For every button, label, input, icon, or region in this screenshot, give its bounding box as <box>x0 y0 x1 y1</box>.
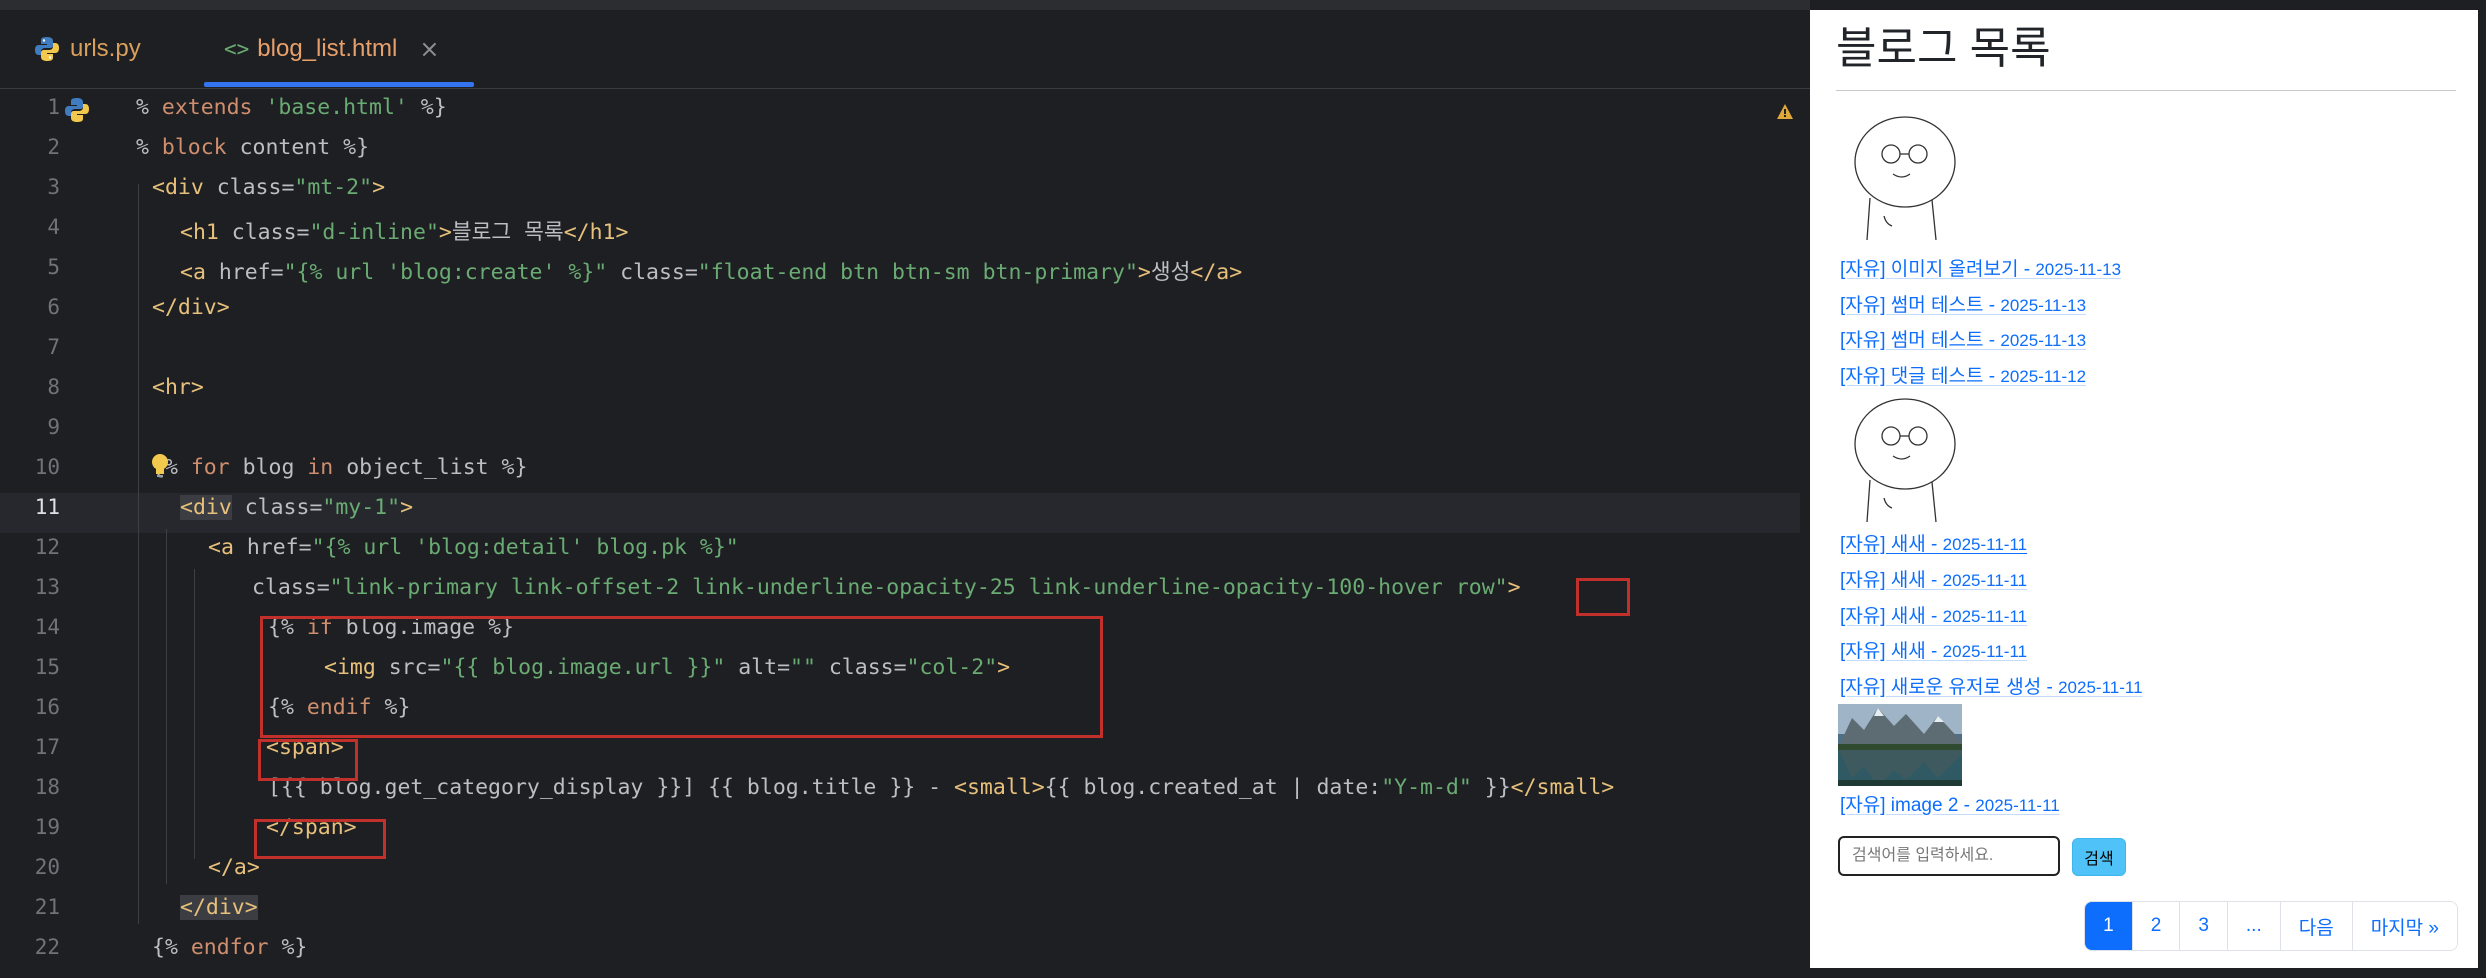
line-number: 22 <box>34 935 60 959</box>
active-tab-indicator <box>204 82 474 87</box>
line-number: 14 <box>34 615 60 639</box>
tab-blog-list-html[interactable]: <> blog_list.html × <box>224 10 474 88</box>
post-link[interactable]: [자유] 썸머 테스트 - 2025-11-13 <box>1840 325 2086 352</box>
code-line-12: <a href="{% url 'blog:detail' blog.pk %}… <box>208 535 739 560</box>
last-page-button[interactable]: 마지막 » <box>2351 902 2457 950</box>
highlight-box-if-image <box>260 616 1103 738</box>
post-thumbnail-doodle[interactable] <box>1850 114 1960 240</box>
post-link[interactable]: [자유] image 2 - 2025-11-11 <box>1840 790 2060 817</box>
indent-guide <box>138 184 139 924</box>
line-number: 1 <box>47 95 60 119</box>
python-gutter-icon[interactable] <box>64 97 90 123</box>
highlight-box-row <box>1576 578 1630 616</box>
ide-window: urls.py <> blog_list.html × 1 2 3 4 5 6 … <box>0 0 1810 978</box>
editor-tab-bar: urls.py <> blog_list.html × <box>0 10 1810 89</box>
highlight-box-span-open <box>258 739 358 781</box>
python-icon <box>35 37 59 61</box>
tab-label: blog_list.html <box>257 35 398 62</box>
warning-icon[interactable] <box>1776 103 1794 121</box>
line-number: 12 <box>34 535 60 559</box>
line-number: 7 <box>47 335 60 359</box>
post-thumbnail-photo[interactable] <box>1838 704 1962 786</box>
line-number-active: 11 <box>34 495 60 519</box>
line-number: 18 <box>34 775 60 799</box>
line-number: 6 <box>47 295 60 319</box>
code-editor[interactable]: 1 2 3 4 5 6 7 8 9 10 11 12 13 14 15 16 1… <box>0 89 1810 978</box>
code-line-20: </a> <box>208 855 260 880</box>
code-line-5: <a href="{% url 'blog:create' %}" class=… <box>180 260 1243 285</box>
post-link[interactable]: [자유] 이미지 올려보기 - 2025-11-13 <box>1840 254 2121 281</box>
line-number: 19 <box>34 815 60 839</box>
code-line-8: <hr> <box>152 375 204 400</box>
code-line-10: {% for blog in object_list %} <box>152 455 528 480</box>
html-tag-icon: <> <box>224 37 250 61</box>
line-number: 16 <box>34 695 60 719</box>
code-line-6: </div> <box>152 295 230 320</box>
line-number: 13 <box>34 575 60 599</box>
line-number: 2 <box>47 135 60 159</box>
post-link[interactable]: [자유] 새새 - 2025-11-11 <box>1840 565 2027 592</box>
code-line-3: <div class="mt-2"> <box>152 175 386 200</box>
line-number: 8 <box>47 375 60 399</box>
code-line-18: [{{ blog.get_category_display }}] {{ blo… <box>268 775 1615 800</box>
page-title: 블로그 목록 <box>1836 24 2051 73</box>
post-link[interactable]: [자유] 새로운 유저로 생성 - 2025-11-11 <box>1840 672 2143 699</box>
code-line-21: </div> <box>180 895 258 920</box>
post-link[interactable]: [자유] 새새 - 2025-11-11 <box>1840 529 2027 556</box>
post-link[interactable]: [자유] 새새 - 2025-11-11 <box>1840 601 2027 628</box>
line-number: 4 <box>47 215 60 239</box>
code-line-11: <div class="my-1"> <box>180 495 414 520</box>
line-number: 21 <box>34 895 60 919</box>
line-number: 5 <box>47 255 60 279</box>
page-ellipsis[interactable]: ... <box>2226 902 2280 950</box>
line-number: 20 <box>34 855 60 879</box>
page-3-button[interactable]: 3 <box>2179 902 2227 950</box>
search-button[interactable]: 검색 <box>2072 838 2126 876</box>
post-thumbnail-doodle[interactable] <box>1850 394 1960 524</box>
line-number: 17 <box>34 735 60 759</box>
next-page-button[interactable]: 다음 <box>2279 902 2352 950</box>
close-icon[interactable]: × <box>419 35 439 63</box>
line-number: 3 <box>47 175 60 199</box>
highlight-box-span-close <box>254 819 386 859</box>
browser-preview: 블로그 목록 [자유] 이미지 올려보기 - 2025-11-13 [자유] 썸… <box>1810 10 2478 968</box>
line-number: 15 <box>34 655 60 679</box>
lightbulb-icon[interactable] <box>150 453 170 479</box>
pagination: 1 2 3 ... 다음 마지막 » <box>2084 901 2458 951</box>
indent-guide <box>194 569 195 859</box>
line-number: 9 <box>47 415 60 439</box>
code-line-13: class="link-primary link-offset-2 link-u… <box>252 575 1521 600</box>
tab-label: urls.py <box>70 35 141 62</box>
line-number: 10 <box>34 455 60 479</box>
tab-urls-py[interactable]: urls.py <box>34 10 141 88</box>
code-line-22: {% endfor %} <box>152 935 308 960</box>
post-link[interactable]: [자유] 새새 - 2025-11-11 <box>1840 636 2027 663</box>
page-2-button[interactable]: 2 <box>2131 902 2180 950</box>
indent-guide <box>166 529 167 884</box>
page-1-button[interactable]: 1 <box>2085 902 2132 950</box>
divider <box>1836 90 2456 91</box>
code-line-2: % block content %} <box>136 135 370 160</box>
code-line-1: % extends 'base.html' %} <box>136 95 447 120</box>
post-link[interactable]: [자유] 댓글 테스트 - 2025-11-12 <box>1840 361 2086 388</box>
code-line-4: <h1 class="d-inline">블로그 목록</h1> <box>180 220 629 245</box>
search-input[interactable] <box>1838 836 2060 876</box>
post-link[interactable]: [자유] 썸머 테스트 - 2025-11-13 <box>1840 290 2086 317</box>
